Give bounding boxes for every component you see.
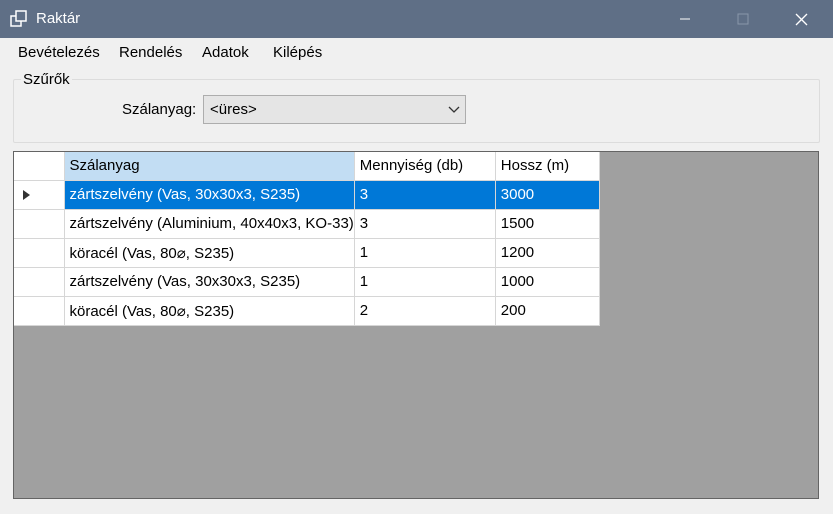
cell-material[interactable]: zártszelvény (Vas, 30x30x3, S235) (64, 180, 355, 210)
row-header[interactable] (14, 296, 65, 326)
grid-corner-header[interactable] (14, 152, 65, 181)
window-title: Raktár (36, 10, 81, 27)
table-row[interactable]: köracél (Vas, 80⌀, S235) 1 1200 (14, 238, 600, 268)
app-window-icon (10, 10, 27, 27)
cell-quantity[interactable]: 1 (354, 267, 496, 297)
material-filter-value: <üres> (210, 101, 257, 118)
cell-length[interactable]: 1500 (495, 209, 600, 239)
chevron-down-icon (448, 106, 460, 113)
title-bar: Raktár (0, 0, 833, 38)
maximize-icon (737, 13, 749, 25)
row-header[interactable] (14, 209, 65, 239)
column-header-material[interactable]: Szálanyag (64, 152, 355, 181)
grid-header-row: Szálanyag Mennyiség (db) Hossz (m) (14, 152, 600, 181)
menu-bar: Bevételezés Rendelés Adatok Kilépés (0, 38, 833, 68)
material-filter-dropdown[interactable]: <üres> (203, 95, 466, 124)
table-row[interactable]: zártszelvény (Vas, 30x30x3, S235) 1 1000 (14, 267, 600, 297)
cell-material[interactable]: zártszelvény (Aluminium, 40x40x3, KO-33) (64, 209, 355, 239)
table-row[interactable]: zártszelvény (Vas, 30x30x3, S235) 3 3000 (14, 180, 600, 210)
cell-quantity[interactable]: 3 (354, 209, 496, 239)
cell-length[interactable]: 3000 (495, 180, 600, 210)
maximize-button[interactable] (714, 0, 772, 38)
filter-group-title: Szűrők (21, 71, 72, 88)
material-filter-label: Szálanyag: (122, 101, 197, 118)
row-header[interactable] (14, 267, 65, 297)
close-button[interactable] (772, 0, 830, 38)
cell-quantity[interactable]: 2 (354, 296, 496, 326)
cell-material[interactable]: köracél (Vas, 80⌀, S235) (64, 238, 355, 268)
table-row[interactable]: köracél (Vas, 80⌀, S235) 2 200 (14, 296, 600, 326)
material-grid[interactable]: Szálanyag Mennyiség (db) Hossz (m) zárts… (13, 151, 819, 499)
column-header-quantity[interactable]: Mennyiség (db) (354, 152, 496, 181)
row-header[interactable] (14, 180, 65, 210)
menu-kilepes[interactable]: Kilépés (273, 44, 322, 61)
cell-material[interactable]: köracél (Vas, 80⌀, S235) (64, 296, 355, 326)
table-row[interactable]: zártszelvény (Aluminium, 40x40x3, KO-33)… (14, 209, 600, 239)
menu-bevetelezes[interactable]: Bevételezés (18, 44, 100, 61)
row-header[interactable] (14, 238, 65, 268)
cell-length[interactable]: 1000 (495, 267, 600, 297)
menu-adatok[interactable]: Adatok (202, 44, 249, 61)
cell-material[interactable]: zártszelvény (Vas, 30x30x3, S235) (64, 267, 355, 297)
cell-quantity[interactable]: 1 (354, 238, 496, 268)
cell-length[interactable]: 1200 (495, 238, 600, 268)
grid-table: Szálanyag Mennyiség (db) Hossz (m) zárts… (14, 152, 600, 326)
minimize-button[interactable] (656, 0, 714, 38)
cell-length[interactable]: 200 (495, 296, 600, 326)
current-row-arrow-icon (23, 189, 30, 200)
close-icon (795, 13, 807, 25)
cell-quantity[interactable]: 3 (354, 180, 496, 210)
minimize-icon (680, 18, 690, 20)
column-header-length[interactable]: Hossz (m) (495, 152, 600, 181)
menu-rendeles[interactable]: Rendelés (119, 44, 182, 61)
